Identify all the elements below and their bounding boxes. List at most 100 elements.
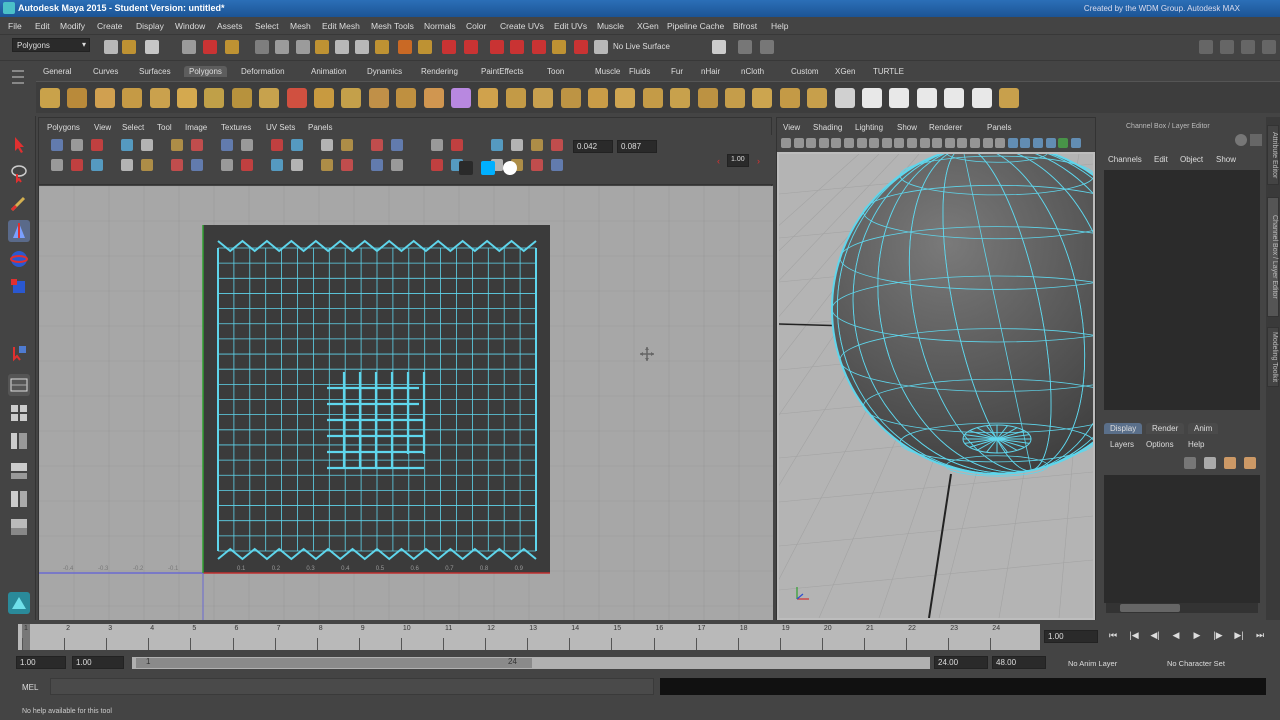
viewport-canvas[interactable] (777, 152, 1095, 620)
uv-tool-icon[interactable] (531, 159, 543, 171)
menu-item[interactable]: Bifrost (733, 21, 757, 31)
arrow-right-icon[interactable]: › (757, 156, 760, 166)
uv-tool-icon[interactable] (241, 139, 253, 151)
uv-tool-icon[interactable] (321, 159, 333, 171)
shelf-tool-icon[interactable] (862, 88, 882, 108)
uv-tool-icon[interactable] (51, 139, 63, 151)
menu-item[interactable]: Create (97, 21, 123, 31)
menu-item[interactable]: Muscle (597, 21, 624, 31)
status-tool-icon[interactable] (296, 40, 310, 54)
show-manipulator-icon[interactable] (8, 342, 30, 364)
status-tool-icon[interactable] (275, 40, 289, 54)
step-forward-frame-icon[interactable]: |▶ (1211, 630, 1225, 644)
channel-menu-item[interactable]: Show (1216, 155, 1236, 164)
shelf-tab[interactable]: XGen (830, 66, 860, 77)
shelf-tool-icon[interactable] (149, 88, 170, 108)
viewport-tool-icon[interactable] (1070, 138, 1081, 148)
uv-tool-icon[interactable] (191, 159, 203, 171)
status-tool-icon[interactable] (375, 40, 389, 54)
scale-tool-icon[interactable] (8, 276, 30, 298)
status-tool-icon[interactable] (574, 40, 588, 54)
shelf-tool-icon[interactable] (779, 88, 800, 108)
viewport-tool-icon[interactable] (1007, 138, 1018, 148)
uv-tool-icon[interactable] (291, 159, 303, 171)
range-bar[interactable]: 1 24 (132, 657, 930, 669)
uv-menu-item[interactable]: Polygons (47, 123, 80, 132)
uv-menu-item[interactable]: Textures (221, 123, 251, 132)
channel-menu-item[interactable]: Object (1180, 155, 1203, 164)
shelf-tool-icon[interactable] (807, 88, 828, 108)
hypershade-layout-icon[interactable] (8, 488, 30, 510)
menu-item[interactable]: XGen (637, 21, 659, 31)
render-icon[interactable] (738, 40, 752, 54)
uv-tool-icon[interactable] (391, 159, 403, 171)
uv-tool-icon[interactable] (71, 159, 83, 171)
tab-modeling-toolkit[interactable]: Modeling Toolkit (1267, 327, 1279, 387)
status-tool-icon[interactable] (255, 40, 269, 54)
shelf-tab[interactable]: Curves (88, 66, 123, 77)
step-back-key-icon[interactable]: |◀ (1127, 630, 1141, 644)
shelf-tab[interactable]: Muscle (590, 66, 625, 77)
uv-display-icon[interactable] (503, 161, 517, 175)
shelf-tool-icon[interactable] (752, 88, 773, 108)
menu-item[interactable]: Help (771, 21, 788, 31)
rotate-tool-icon[interactable] (8, 248, 30, 270)
shelf-tool-icon[interactable] (944, 88, 965, 108)
layer-scrollbar[interactable] (1106, 603, 1258, 613)
menu-item[interactable]: File (8, 21, 22, 31)
arrow-left-icon[interactable]: ‹ (717, 156, 720, 166)
character-set-dropdown[interactable]: No Character Set (1167, 659, 1225, 668)
status-tool-icon[interactable] (145, 40, 159, 54)
viewport-tool-icon[interactable] (881, 138, 892, 148)
menu-item[interactable]: Mesh Tools (371, 21, 414, 31)
status-tool-icon[interactable] (355, 40, 369, 54)
viewport-tool-icon[interactable] (995, 138, 1006, 148)
shelf-tool-icon[interactable] (560, 88, 581, 108)
viewport-tool-icon[interactable] (944, 138, 955, 148)
uv-tool-icon[interactable] (341, 139, 353, 151)
shelf-tab[interactable]: Fur (666, 66, 688, 77)
options-icon[interactable] (1250, 134, 1262, 146)
status-tool-icon[interactable] (552, 40, 566, 54)
status-tool-icon[interactable] (315, 40, 329, 54)
shelf-tab[interactable]: General (38, 66, 76, 77)
menu-item[interactable]: Assets (217, 21, 243, 31)
uv-tool-icon[interactable] (141, 139, 153, 151)
uv-menu-item[interactable]: Image (185, 123, 207, 132)
uv-menu-item[interactable]: Panels (308, 123, 332, 132)
shelf-tool-icon[interactable] (697, 88, 718, 108)
command-input[interactable] (50, 678, 654, 695)
persp-outliner-layout-icon[interactable] (8, 430, 30, 452)
shelf-tab[interactable]: Surfaces (134, 66, 176, 77)
shelf-tab[interactable]: Custom (786, 66, 824, 77)
move-layer-up-icon[interactable] (1224, 457, 1236, 469)
shelf-tool-icon[interactable] (971, 88, 992, 108)
uv-tool-icon[interactable] (91, 139, 103, 151)
persp-graph-layout-icon[interactable] (8, 460, 30, 482)
menu-item[interactable]: Select (255, 21, 279, 31)
shelf-tab[interactable]: Toon (542, 66, 569, 77)
tab-channel-box[interactable]: Channel Box / Layer Editor (1267, 197, 1279, 317)
shelf-tool-icon[interactable] (67, 88, 88, 108)
uv-tool-icon[interactable] (191, 139, 203, 151)
uv-tool-icon[interactable] (551, 139, 563, 151)
layer-tab[interactable]: Render (1146, 423, 1185, 434)
viewport-menu-item[interactable]: View (783, 123, 800, 132)
shelf-tool-icon[interactable] (231, 88, 252, 108)
channel-list[interactable] (1104, 170, 1260, 410)
menuset-dropdown[interactable]: Polygons ▾ (12, 38, 90, 52)
status-tool-icon[interactable] (335, 40, 349, 54)
uv-tool-icon[interactable] (371, 139, 383, 151)
uv-tool-icon[interactable] (531, 139, 543, 151)
status-tool-icon[interactable] (464, 40, 478, 54)
viewport-tool-icon[interactable] (818, 138, 829, 148)
script-editor-layout-icon[interactable] (8, 516, 30, 538)
viewport-menu-item[interactable]: Lighting (855, 123, 883, 132)
uv-tool-icon[interactable] (221, 159, 233, 171)
status-tool-icon[interactable] (442, 40, 456, 54)
uv-tool-icon[interactable] (121, 139, 133, 151)
move-layer-down-icon[interactable] (1244, 457, 1256, 469)
uv-tool-icon[interactable] (51, 159, 63, 171)
shelf-tool-icon[interactable] (642, 88, 663, 108)
uv-tool-icon[interactable] (221, 139, 233, 151)
